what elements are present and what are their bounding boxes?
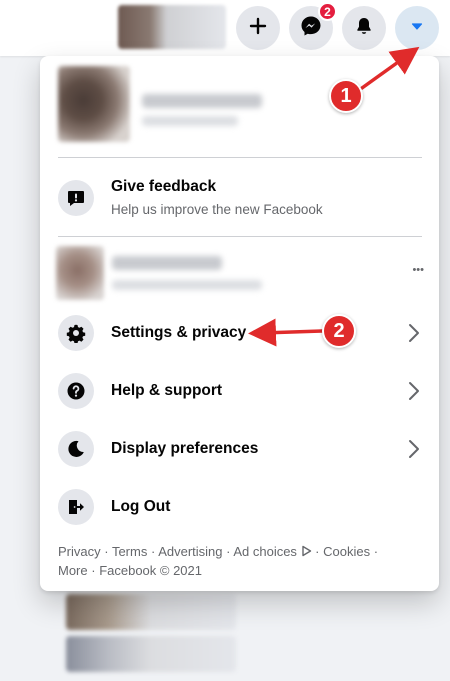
separator: · — [87, 563, 100, 578]
cookies-link[interactable]: Cookies — [323, 544, 370, 559]
copyright-text: Facebook © 2021 — [99, 563, 203, 578]
plus-icon — [248, 16, 268, 41]
display-preferences-item[interactable]: Display preferences — [54, 422, 426, 476]
terms-link[interactable]: Terms — [112, 544, 147, 559]
display-preferences-label: Display preferences — [111, 440, 259, 457]
divider — [58, 236, 422, 237]
separator: · — [311, 544, 324, 559]
question-icon — [58, 373, 94, 409]
bell-icon — [354, 16, 374, 41]
moon-icon — [58, 431, 94, 467]
more-link[interactable]: More — [58, 563, 88, 578]
avatar — [56, 246, 104, 300]
ad-choices-icon — [301, 545, 311, 557]
chevron-right-icon — [402, 379, 426, 403]
notifications-button[interactable] — [342, 6, 386, 50]
give-feedback-item[interactable] — [54, 169, 426, 227]
account-subtitle-redacted — [112, 280, 262, 290]
create-button[interactable] — [236, 6, 280, 50]
avatar — [58, 66, 130, 142]
separator: · — [370, 544, 379, 559]
separator: · — [222, 544, 234, 559]
caret-down-icon — [409, 18, 425, 39]
messenger-icon — [300, 15, 322, 42]
annotation-step-2: 2 — [322, 314, 356, 348]
give-feedback-subtitle: Help us improve the new Facebook — [111, 202, 323, 217]
profile-link[interactable] — [58, 66, 270, 142]
more-options-icon[interactable]: ••• — [412, 264, 424, 276]
feedback-icon — [58, 180, 94, 216]
chevron-right-icon — [402, 321, 426, 345]
background-list-item — [66, 636, 236, 672]
log-out-label: Log Out — [111, 498, 171, 515]
logout-icon — [58, 489, 94, 525]
messenger-button[interactable]: 2 — [289, 2, 337, 50]
messenger-badge: 2 — [318, 2, 337, 21]
ad-choices-link[interactable]: Ad choices — [233, 544, 311, 559]
separator: · — [100, 544, 112, 559]
give-feedback-label: Give feedback — [111, 178, 217, 195]
switch-account-item[interactable]: ••• — [54, 242, 426, 304]
settings-privacy-label: Settings & privacy — [111, 324, 247, 341]
separator: · — [147, 544, 159, 559]
account-menu-button[interactable] — [395, 6, 439, 50]
top-navigation-bar: 2 — [0, 0, 450, 56]
annotation-step-1: 1 — [329, 79, 363, 113]
help-support-label: Help & support — [111, 382, 223, 399]
divider — [58, 157, 422, 158]
profile-name-redacted — [142, 94, 262, 108]
chevron-right-icon — [402, 437, 426, 461]
help-support-item[interactable]: Help & support — [54, 364, 426, 418]
profile-shortcut[interactable] — [118, 5, 226, 49]
gear-icon — [58, 315, 94, 351]
log-out-item[interactable]: Log Out — [54, 480, 426, 534]
profile-subtitle-redacted — [142, 116, 238, 126]
account-dropdown-menu: Give feedback Help us improve the new Fa… — [40, 56, 439, 591]
background-list-item — [66, 594, 236, 630]
account-name-redacted — [112, 256, 222, 270]
footer-links: Privacy · Terms · Advertising · Ad choic… — [58, 542, 418, 580]
ad-choices-label: Ad choices — [233, 544, 297, 559]
settings-privacy-item[interactable]: Settings & privacy — [54, 306, 426, 360]
privacy-link[interactable]: Privacy — [58, 544, 101, 559]
advertising-link[interactable]: Advertising — [158, 544, 222, 559]
